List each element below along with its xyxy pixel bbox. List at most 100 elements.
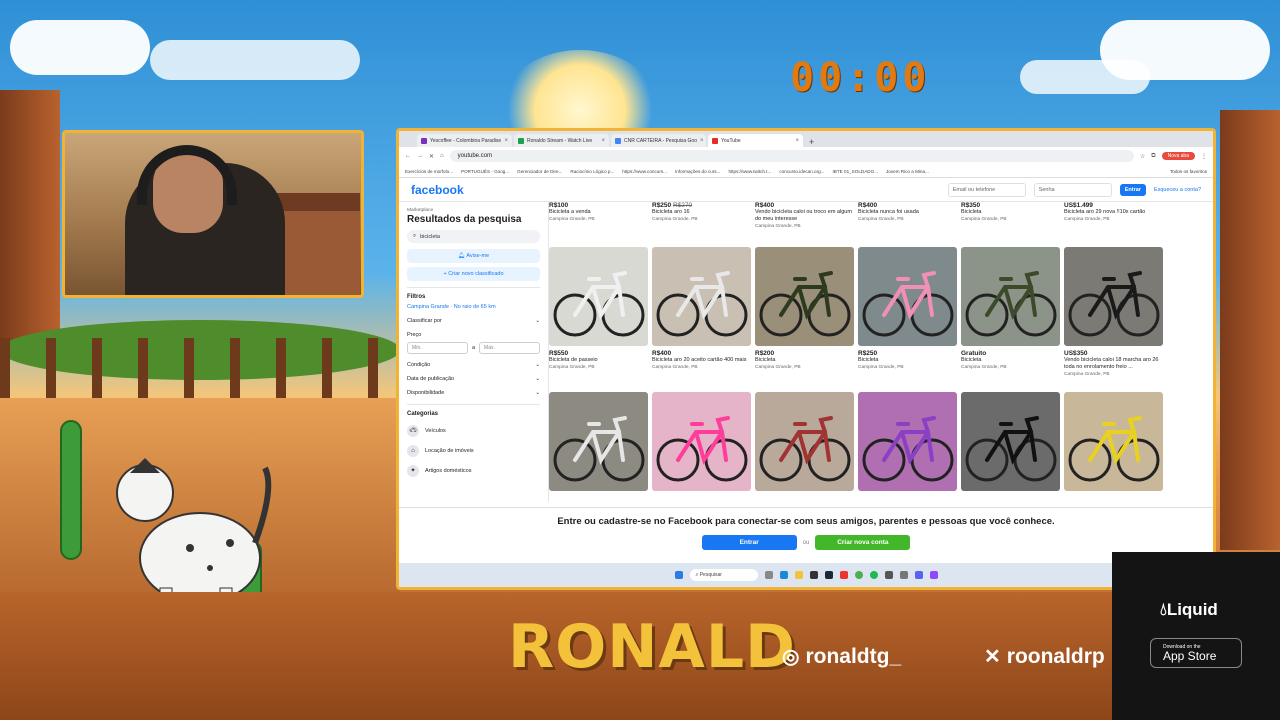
listing-card[interactable]: R$250 R$270 Bicicleta aro 16 Campina Grand… bbox=[652, 202, 751, 223]
listing-card[interactable]: R$550 Bicicleta de passeio Campina Grande… bbox=[549, 247, 648, 371]
listing-card[interactable] bbox=[961, 392, 1060, 491]
listing-card[interactable] bbox=[858, 392, 957, 491]
back-icon[interactable]: ← bbox=[405, 153, 411, 159]
close-icon[interactable]: × bbox=[504, 138, 508, 144]
category-rentals[interactable]: ⌂ Locação de imóveis bbox=[407, 445, 540, 457]
date-dropdown[interactable]: Data de publicação ⌄ bbox=[407, 376, 540, 382]
bookmark[interactable]: Exercícios de morfolo... bbox=[405, 169, 453, 174]
min-price-input[interactable]: Mín. bbox=[407, 342, 468, 354]
bookmark[interactable]: IBTE 01_SOLDADO... bbox=[833, 169, 878, 174]
chevron-down-icon: ⌄ bbox=[535, 318, 540, 324]
extensions-icon[interactable]: ⧉ bbox=[1151, 153, 1155, 160]
folder-icon[interactable] bbox=[794, 571, 803, 579]
bookmark-all[interactable]: Todos os favoritos bbox=[1170, 169, 1207, 174]
login-button[interactable]: Entrar bbox=[1119, 183, 1146, 196]
search-input[interactable]: ⌕ bicicleta bbox=[407, 230, 540, 243]
listing-card[interactable]: Gratuito Bicicleta Campina Grande, PB bbox=[961, 247, 1060, 371]
discord-icon[interactable] bbox=[914, 571, 923, 579]
listing-card[interactable] bbox=[549, 392, 648, 491]
lamp-icon: ✦ bbox=[407, 465, 419, 477]
bookmark[interactable]: https://www.twitch.t... bbox=[728, 169, 771, 174]
close-icon[interactable]: × bbox=[601, 138, 605, 144]
browser-tab[interactable]: Yescoffee - Colombina Paradise × bbox=[417, 134, 512, 147]
menu-icon[interactable]: ⋮ bbox=[1201, 153, 1207, 160]
availability-dropdown[interactable]: Disponibilidade ⌄ bbox=[407, 390, 540, 396]
listing-location: Campina Grande, PB bbox=[1064, 372, 1110, 377]
spotify-icon[interactable] bbox=[869, 571, 878, 579]
app-icon[interactable] bbox=[884, 571, 893, 579]
bookmark[interactable]: Informações do curs... bbox=[675, 169, 720, 174]
new-tab-icon[interactable]: + bbox=[805, 137, 818, 147]
listing-card[interactable]: R$400 Bicicleta aro 20 aceito cartão 400… bbox=[652, 247, 751, 371]
email-field[interactable]: Email ou telefone bbox=[947, 182, 1026, 197]
settings-icon[interactable] bbox=[899, 571, 908, 579]
listing-card[interactable]: US$350 Vendo bicicleta caloi 18 marcha a… bbox=[1064, 247, 1163, 378]
steam-icon[interactable] bbox=[824, 571, 833, 579]
listing-card[interactable] bbox=[1064, 392, 1163, 491]
close-icon[interactable]: × bbox=[700, 138, 704, 144]
url-input[interactable]: youtube.com bbox=[449, 150, 1134, 162]
facebook-logo[interactable]: facebook bbox=[411, 183, 940, 197]
listing-meta: R$400 Vendo bicicleta caloi ou troco em … bbox=[755, 202, 854, 230]
star-icon[interactable]: ☆ bbox=[1140, 153, 1145, 160]
edge-icon[interactable] bbox=[779, 571, 788, 579]
x-handle[interactable]: ✕ roonaldrp bbox=[984, 644, 1112, 669]
bookmark[interactable]: concurso.idecan.org... bbox=[779, 169, 824, 174]
home-icon[interactable]: ⌂ bbox=[440, 153, 444, 159]
app-store-badge[interactable]: Download on the App Store bbox=[1150, 638, 1242, 668]
bookmark[interactable]: https://www.concurs... bbox=[622, 169, 667, 174]
listing-card[interactable]: R$350 Bicicleta Campina Grande, PB bbox=[961, 202, 1060, 223]
create-listing-button[interactable]: + Criar novo classificado bbox=[407, 267, 540, 281]
listing-card[interactable]: R$400 Bicicleta nunca foi usada Campina G… bbox=[858, 202, 957, 223]
password-field[interactable]: Senha bbox=[1033, 182, 1112, 197]
alert-button[interactable]: 🔔︎ Avise-me bbox=[407, 249, 540, 263]
listing-photo bbox=[1064, 247, 1163, 346]
start-icon[interactable] bbox=[674, 571, 683, 579]
address-bar-row: ← → ✕ ⌂ youtube.com ☆ ⧉ Nova aba ⋮ bbox=[399, 147, 1213, 165]
bookmark[interactable]: Gerenciador de Dire... bbox=[517, 169, 562, 174]
browser-tab[interactable]: CNR CARTEIRA - Pesquisa Goo × bbox=[611, 134, 706, 147]
listing-card[interactable] bbox=[652, 392, 751, 491]
chrome-icon[interactable] bbox=[854, 571, 863, 579]
task-view-icon[interactable] bbox=[764, 571, 773, 579]
bookmark[interactable]: Raciocínio Lógico p... bbox=[570, 169, 614, 174]
listing-price: Gratuito bbox=[961, 350, 987, 357]
listing-card[interactable]: US$1.499 Bicicleta aro 29 nova !!10x car… bbox=[1064, 202, 1163, 223]
condition-dropdown[interactable]: Condição ⌄ bbox=[407, 362, 540, 368]
forgot-account-link[interactable]: Esqueceu a conta? bbox=[1154, 187, 1201, 193]
category-vehicles[interactable]: 🚗︎ Veículos bbox=[407, 425, 540, 437]
taskbar-search[interactable]: ⌕ Pesquisar bbox=[689, 569, 758, 581]
profile-button[interactable]: Nova aba bbox=[1161, 152, 1195, 160]
listing-price: R$550 bbox=[549, 350, 569, 357]
car-icon: 🚗︎ bbox=[407, 425, 419, 437]
banner-login-button[interactable]: Entrar bbox=[701, 535, 797, 550]
listing-card[interactable]: R$400 Vendo bicicleta caloi ou troco em … bbox=[755, 202, 854, 230]
app-icon[interactable] bbox=[929, 571, 938, 579]
bookmark[interactable]: Jovem Rico a Mina... bbox=[886, 169, 929, 174]
banner-signup-button[interactable]: Criar nova conta bbox=[815, 535, 911, 550]
listing-meta: R$400 Bicicleta nunca foi usada Campina G… bbox=[858, 202, 957, 223]
listing-card[interactable]: R$250 Bicicleta Campina Grande, PB bbox=[858, 247, 957, 371]
listing-location: Campina Grande, PB bbox=[1064, 217, 1110, 222]
instagram-handle[interactable]: ◎ ronaldtg_ bbox=[782, 644, 901, 669]
browser-tab-active[interactable]: YouTube × bbox=[708, 134, 803, 147]
sort-dropdown[interactable]: Classificar por ⌄ bbox=[407, 318, 540, 324]
stop-icon[interactable]: ✕ bbox=[429, 153, 434, 160]
category-household[interactable]: ✦ Artigos domésticos bbox=[407, 465, 540, 477]
bookmark[interactable]: PORTUGUÊS - Goog... bbox=[461, 169, 509, 174]
listing-location: Campina Grande, PB bbox=[652, 217, 698, 222]
app-icon[interactable] bbox=[839, 571, 848, 579]
chevron-down-icon: ⌄ bbox=[535, 376, 540, 382]
forward-icon[interactable]: → bbox=[417, 153, 423, 159]
max-price-input[interactable]: Máx. bbox=[479, 342, 540, 354]
listing-card[interactable] bbox=[755, 392, 854, 491]
location-filter[interactable]: Campina Grande · No raio de 65 km bbox=[407, 304, 540, 310]
price-range: Mín. a Máx. bbox=[407, 342, 540, 354]
listing-location: Campina Grande, PB bbox=[652, 365, 698, 370]
listing-card[interactable]: R$100 Bicicleta a venda Campina Grande, P… bbox=[549, 202, 648, 223]
store-icon[interactable] bbox=[809, 571, 818, 579]
listing-card[interactable]: R$200 Bicicleta Campina Grande, PB bbox=[755, 247, 854, 371]
close-icon[interactable]: × bbox=[795, 138, 799, 144]
listing-meta: US$1.499 Bicicleta aro 29 nova !!10x car… bbox=[1064, 202, 1163, 223]
browser-tab[interactable]: Ronaldo Stream - Watch Live × bbox=[514, 134, 609, 147]
